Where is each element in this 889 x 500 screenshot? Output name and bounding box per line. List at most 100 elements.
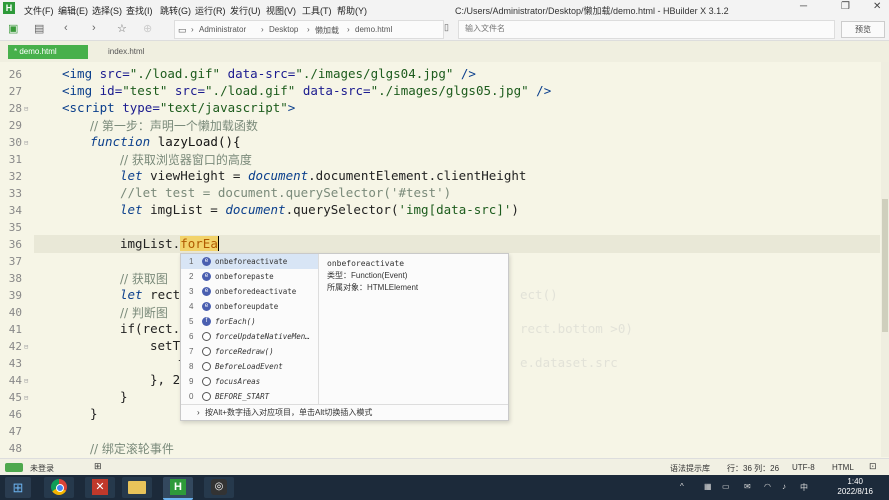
code-line: // 判断图 <box>120 306 168 320</box>
tab-index-html[interactable]: index.html <box>104 45 180 59</box>
syntax-hint-status[interactable]: 语法提示库 <box>670 463 710 474</box>
file-search-field[interactable] <box>458 20 835 39</box>
property-icon <box>202 377 211 386</box>
autocomplete-item[interactable]: 8 BeforeLoadEvent <box>181 359 318 374</box>
new-file-icon[interactable]: ▣ <box>8 22 18 35</box>
preview-button[interactable]: 预览 <box>841 21 885 38</box>
mail-icon[interactable]: ✉ <box>744 482 751 491</box>
clock-time: 1:40 <box>847 477 863 486</box>
autocomplete-item[interactable]: 6 forceUpdateNativeMen… <box>181 329 318 344</box>
maximize-icon[interactable]: ❐ <box>841 1 850 12</box>
code-line: //let test = document.querySelector('#te… <box>120 185 452 200</box>
autocomplete-item[interactable]: 7 forceRedraw() <box>181 344 318 359</box>
line-number: 39 <box>8 289 22 302</box>
breadcrumb-item[interactable]: Administrator <box>199 25 246 34</box>
fold-icon[interactable]: ⊟ <box>24 139 28 147</box>
chevron-right-icon: › <box>197 408 200 417</box>
line-number: 29 <box>8 119 22 132</box>
breadcrumb-item[interactable]: 懒加载 <box>315 25 339 36</box>
encoding-status[interactable]: UTF-8 <box>792 463 815 472</box>
menu-goto[interactable]: 跳转(G) <box>160 4 191 17</box>
vertical-scrollbar[interactable] <box>881 62 889 457</box>
cursor-position[interactable]: 行：36 列：26 <box>727 463 779 474</box>
network-icon[interactable]: ▦ <box>704 482 712 491</box>
tab-demo-html[interactable]: * demo.html <box>8 45 88 59</box>
autocomplete-item[interactable]: 0 BEFORE_START <box>181 389 318 404</box>
autocomplete-item[interactable]: 1 e onbeforeactivate <box>181 254 318 269</box>
wechat-icon[interactable]: ◎ <box>204 477 234 498</box>
wifi-icon[interactable]: ◠ <box>764 482 771 491</box>
tab-bar: * demo.html index.html <box>0 41 889 62</box>
scrollbar-thumb[interactable] <box>882 199 888 332</box>
autocomplete-item[interactable]: 5 f forEach() <box>181 314 318 329</box>
close-icon[interactable]: ✕ <box>873 1 881 12</box>
line-number: 41 <box>8 323 22 336</box>
line-number: 46 <box>8 408 22 421</box>
fold-icon[interactable]: ⊟ <box>24 105 28 113</box>
layout-icon[interactable]: ⊡ <box>869 461 877 472</box>
battery-icon[interactable]: ▭ <box>722 482 730 491</box>
code-line: // 第一步：声明一个懒加载函数 <box>90 119 258 133</box>
breadcrumb-sep: › <box>307 25 310 34</box>
menu-file[interactable]: 文件(F) <box>24 4 54 17</box>
run-icon[interactable]: ⊕ <box>143 22 152 35</box>
line-number: 40 <box>8 306 22 319</box>
menu-bar: H 文件(F) 编辑(E) 选择(S) 查找(I) 跳转(G) 运行(R) 发行… <box>0 0 889 18</box>
fold-icon[interactable]: ⊟ <box>24 394 28 402</box>
start-icon[interactable]: ⊞ <box>5 477 31 498</box>
line-number: 36 <box>8 238 22 251</box>
toolbar: ▣ ▤ ‹ › ☆ ⊕ ▭ › Administrator › Desktop … <box>0 18 889 41</box>
clock-date: 2022/8/16 <box>837 487 873 496</box>
autocomplete-item[interactable]: 9 focusAreas <box>181 374 318 389</box>
line-number: 35 <box>8 221 22 234</box>
menu-tools[interactable]: 工具(T) <box>302 4 332 17</box>
code-line-current: imgList.forEa <box>120 236 219 251</box>
tray-expand-icon[interactable]: ^ <box>680 482 684 491</box>
line-number: 33 <box>8 187 22 200</box>
grid-icon[interactable]: ⊞ <box>94 461 102 472</box>
autocomplete-item[interactable]: 4 e onbeforeupdate <box>181 299 318 314</box>
code-line: } <box>120 389 128 404</box>
login-status[interactable]: 未登录 <box>30 463 54 474</box>
line-number: 30 <box>8 136 22 149</box>
fold-icon[interactable]: ⊟ <box>24 343 28 351</box>
minimize-icon[interactable]: ─ <box>800 1 807 12</box>
speaker-icon[interactable]: ♪ <box>782 482 786 491</box>
code-line: } <box>90 406 98 421</box>
menu-publish[interactable]: 发行(U) <box>230 4 261 17</box>
app-icon[interactable]: ✕ <box>85 477 115 498</box>
breadcrumb-item[interactable]: Desktop <box>269 25 298 34</box>
window-title: C:/Users/Administrator/Desktop/懒加载/demo.… <box>455 6 729 16</box>
autocomplete-item[interactable]: 3 e onbeforedeactivate <box>181 284 318 299</box>
menu-help[interactable]: 帮助(Y) <box>337 4 367 17</box>
line-number: 42 <box>8 340 22 353</box>
chrome-icon[interactable] <box>44 477 74 498</box>
forward-icon[interactable]: › <box>92 22 96 34</box>
autocomplete-footer: › 按Alt+数字插入对应项目，单击Alt切换插入模式 <box>181 404 508 421</box>
star-icon[interactable]: ☆ <box>117 22 127 35</box>
function-icon: f <box>202 317 211 326</box>
code-line: <img src="./load.gif" data-src="./images… <box>62 66 476 81</box>
ime-icon[interactable]: 中 <box>800 482 808 493</box>
back-icon[interactable]: ‹ <box>64 22 68 34</box>
explorer-icon[interactable] <box>122 477 152 498</box>
line-number: 31 <box>8 153 22 166</box>
save-icon[interactable]: ▤ <box>34 22 44 35</box>
fold-icon[interactable]: ⊟ <box>24 377 28 385</box>
menu-find[interactable]: 查找(I) <box>126 4 153 17</box>
menu-run[interactable]: 运行(R) <box>195 4 226 17</box>
file-search-input[interactable] <box>459 21 831 36</box>
detail-type: 类型：Function(Event) <box>327 271 408 280</box>
event-icon: e <box>202 302 211 311</box>
clock[interactable]: 1:40 2022/8/16 <box>837 477 873 497</box>
autocomplete-item[interactable]: 2 e onbeforepaste <box>181 269 318 284</box>
menu-select[interactable]: 选择(S) <box>92 4 122 17</box>
menu-edit[interactable]: 编辑(E) <box>58 4 88 17</box>
breadcrumb-item[interactable]: demo.html <box>355 25 392 34</box>
menu-view[interactable]: 视图(V) <box>266 4 296 17</box>
line-number: 32 <box>8 170 22 183</box>
property-icon <box>202 362 211 371</box>
language-status[interactable]: HTML <box>832 463 854 472</box>
detail-owner: 所属对象：HTMLElement <box>327 283 419 292</box>
hbuilder-icon[interactable]: H <box>163 477 193 500</box>
